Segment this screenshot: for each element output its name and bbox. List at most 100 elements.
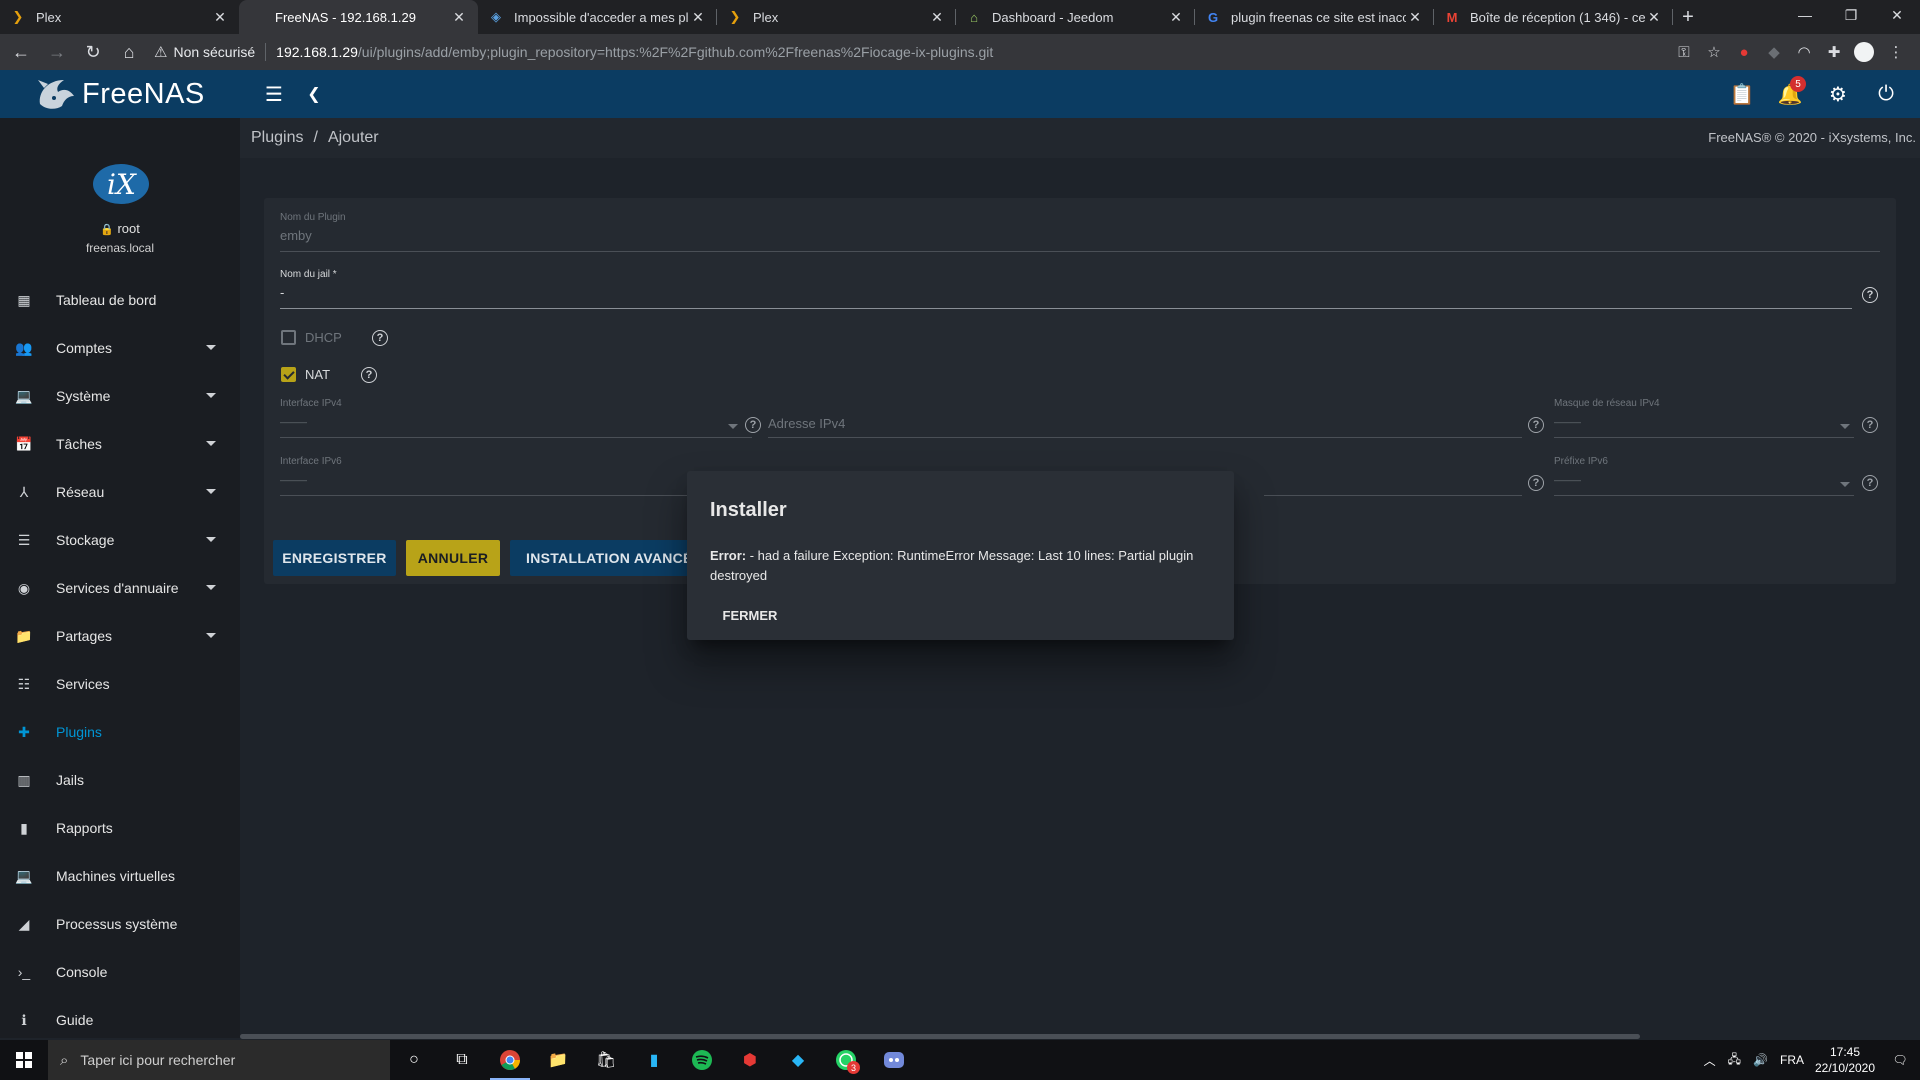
- ipv4-netmask-help-icon[interactable]: ?: [1862, 417, 1878, 433]
- taskbar-clock[interactable]: 17:45 22/10/2020: [1810, 1044, 1880, 1076]
- chevron-down-icon[interactable]: [206, 345, 216, 350]
- taskbar-search-placeholder[interactable]: Taper ici pour rechercher: [80, 1052, 235, 1068]
- ipv4-netmask-chevron-down-icon[interactable]: [1840, 424, 1850, 429]
- nat-checkbox[interactable]: NAT: [281, 367, 330, 382]
- sidebar-item-dashboard[interactable]: ▦ Tableau de bord: [0, 276, 240, 324]
- chevron-down-icon[interactable]: [206, 441, 216, 446]
- clipboard-icon[interactable]: 📋: [1722, 74, 1762, 114]
- security-label[interactable]: Non sécurisé: [173, 44, 255, 60]
- ipv4-interface-chevron-down-icon[interactable]: [728, 424, 738, 429]
- browser-tab[interactable]: Gplugin freenas ce site est inacces ✕: [1195, 0, 1434, 34]
- sidebar-item-calendar[interactable]: 📅 Tâches: [0, 420, 240, 468]
- tab-close-icon[interactable]: ✕: [1406, 9, 1424, 26]
- breadcrumb-plugins[interactable]: Plugins: [251, 129, 303, 147]
- browser-tab[interactable]: ❯ Plex ✕: [717, 0, 956, 34]
- back-icon[interactable]: ←: [6, 37, 36, 67]
- extension-gray-icon[interactable]: ◆: [1760, 38, 1788, 66]
- jail-name-field[interactable]: Nom du jail * -: [280, 269, 1852, 309]
- hamburger-menu-icon[interactable]: ☰: [254, 74, 294, 114]
- ipv4-netmask-select[interactable]: Masque de réseau IPv4 ———: [1554, 398, 1854, 438]
- browser-tab[interactable]: FreeNAS - 192.168.1.29 ✕: [239, 0, 478, 34]
- sidebar-item-vm[interactable]: 💻 Machines virtuelles: [0, 852, 240, 900]
- notifications-bell-icon[interactable]: 🔔 5: [1770, 74, 1810, 114]
- nat-checkbox-box[interactable]: [281, 367, 296, 382]
- sidebar-item-accounts[interactable]: 👥 Comptes: [0, 324, 240, 372]
- ipv6-prefix-help-icon[interactable]: ?: [1862, 475, 1878, 491]
- sidebar-item-storage[interactable]: ☰ Stockage: [0, 516, 240, 564]
- puzzle-icon[interactable]: ✚: [1820, 38, 1848, 66]
- jail-name-value[interactable]: -: [280, 285, 1852, 300]
- key-icon[interactable]: ⚿: [1670, 38, 1698, 66]
- chevron-down-icon[interactable]: [206, 537, 216, 542]
- ipv4-address-help-icon[interactable]: ?: [1528, 417, 1544, 433]
- ipv4-address-input[interactable]: Adresse IPv4: [768, 398, 1522, 438]
- dhcp-checkbox[interactable]: DHCP: [281, 330, 342, 345]
- task-view-icon[interactable]: ⧉: [438, 1040, 486, 1080]
- sidebar-item-reports[interactable]: ▮ Rapports: [0, 804, 240, 852]
- power-icon[interactable]: ⏻: [1866, 74, 1906, 114]
- restore-icon[interactable]: ❐: [1828, 0, 1874, 30]
- chevron-down-icon[interactable]: [206, 393, 216, 398]
- volume-icon[interactable]: 🔊: [1753, 1053, 1768, 1067]
- ipv4-address-placeholder[interactable]: Adresse IPv4: [768, 416, 1522, 431]
- settings-gear-icon[interactable]: ⚙: [1818, 74, 1858, 114]
- ipv6-prefix-chevron-down-icon[interactable]: [1840, 482, 1850, 487]
- shield-app-icon[interactable]: ⬢: [726, 1040, 774, 1080]
- sidebar-item-laptop[interactable]: 💻 Système: [0, 372, 240, 420]
- sidebar-item-console[interactable]: ›_ Console: [0, 948, 240, 996]
- nat-help-icon[interactable]: ?: [361, 367, 377, 383]
- browser-tab[interactable]: M Boîte de réception (1 346) - cesar ✕: [1434, 0, 1673, 34]
- ipv4-interface-help-icon[interactable]: ?: [745, 417, 761, 433]
- url-path[interactable]: /ui/plugins/add/emby;plugin_repository=h…: [358, 44, 993, 60]
- minimize-icon[interactable]: —: [1782, 0, 1828, 30]
- sidebar-item-jail[interactable]: ▥ Jails: [0, 756, 240, 804]
- sidebar-item-directory[interactable]: ◉ Services d'annuaire: [0, 564, 240, 612]
- home-icon[interactable]: ⌂: [114, 37, 144, 67]
- discord-icon[interactable]: [870, 1040, 918, 1080]
- chevron-down-icon[interactable]: [206, 489, 216, 494]
- chevron-down-icon[interactable]: [206, 633, 216, 638]
- phone-app-icon[interactable]: ▮: [630, 1040, 678, 1080]
- jail-name-help-icon[interactable]: ?: [1862, 287, 1878, 303]
- cortana-icon[interactable]: ○: [390, 1040, 438, 1080]
- close-window-icon[interactable]: ✕: [1874, 0, 1920, 30]
- browser-tab[interactable]: ◈ Impossible d'acceder a mes plug ✕: [478, 0, 717, 34]
- profile-avatar[interactable]: [1854, 42, 1874, 62]
- chevron-down-icon[interactable]: [206, 585, 216, 590]
- save-button[interactable]: ENREGISTRER: [273, 540, 396, 576]
- sidebar-item-process[interactable]: ◢ Processus système: [0, 900, 240, 948]
- ipv6-address-input[interactable]: [1264, 456, 1522, 496]
- url-host[interactable]: 192.168.1.29: [276, 44, 358, 60]
- taskbar-search[interactable]: ⌕ Taper ici pour rechercher: [48, 1040, 390, 1080]
- spotify-icon[interactable]: [678, 1040, 726, 1080]
- sidebar-item-extension[interactable]: ✚ Plugins: [0, 708, 240, 756]
- dialog-close-button[interactable]: FERMER: [710, 601, 790, 629]
- chevron-left-icon[interactable]: ❮: [294, 74, 334, 114]
- dhcp-help-icon[interactable]: ?: [372, 330, 388, 346]
- chrome-icon[interactable]: [486, 1040, 534, 1080]
- language-indicator[interactable]: FRA: [1780, 1053, 1804, 1067]
- kodi-icon[interactable]: ◆: [774, 1040, 822, 1080]
- warning-icon[interactable]: ⚠: [154, 43, 167, 61]
- browser-tab[interactable]: ❯ Plex ✕: [0, 0, 239, 34]
- sidebar-item-info[interactable]: ℹ Guide: [0, 996, 240, 1044]
- new-tab-button[interactable]: +: [1673, 0, 1703, 34]
- reload-icon[interactable]: ↻: [78, 37, 108, 67]
- sidebar-item-folder-shared[interactable]: 📁 Partages: [0, 612, 240, 660]
- ipv6-address-help-icon[interactable]: ?: [1528, 475, 1544, 491]
- sidebar-item-tune[interactable]: ☷ Services: [0, 660, 240, 708]
- network-icon[interactable]: 🖧: [1728, 1050, 1741, 1071]
- file-explorer-icon[interactable]: 📁: [534, 1040, 582, 1080]
- advanced-install-button[interactable]: INSTALLATION AVANCÉE D: [510, 540, 710, 576]
- ipv4-interface-select[interactable]: Interface IPv4 ———: [280, 398, 752, 438]
- tab-close-icon[interactable]: ✕: [689, 9, 707, 26]
- forward-icon[interactable]: →: [42, 37, 72, 67]
- ipv6-prefix-select[interactable]: Préfixe IPv6 ———: [1554, 456, 1854, 496]
- ipv6-interface-select[interactable]: Interface IPv6 ———: [280, 456, 752, 496]
- windows-start-icon[interactable]: [0, 1040, 48, 1080]
- freenas-logo[interactable]: FreeNAS: [0, 70, 240, 118]
- tab-close-icon[interactable]: ✕: [1645, 9, 1663, 26]
- tab-close-icon[interactable]: ✕: [928, 9, 946, 26]
- sidebar-item-network[interactable]: ⅄ Réseau: [0, 468, 240, 516]
- tab-close-icon[interactable]: ✕: [1167, 9, 1185, 26]
